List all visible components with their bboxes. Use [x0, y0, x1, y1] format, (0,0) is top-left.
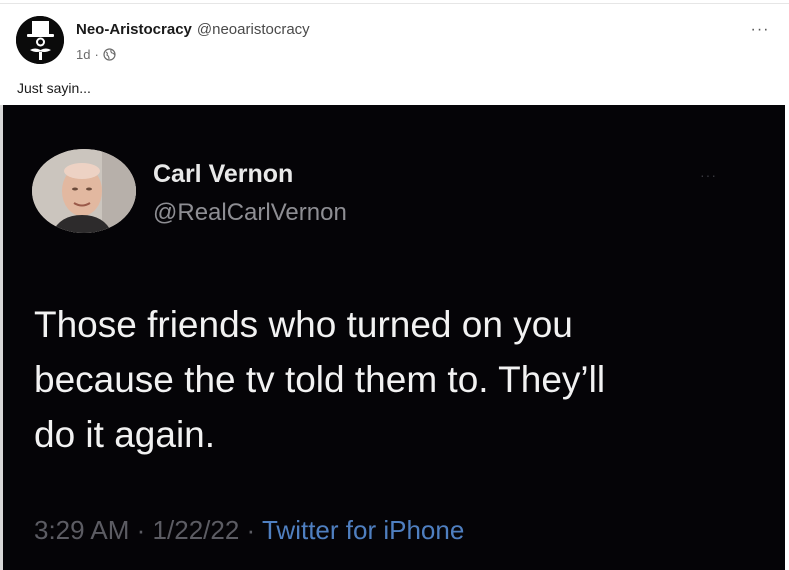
author-name[interactable]: Neo-Aristocracy [76, 21, 192, 38]
tweet-source: Twitter for iPhone [261, 515, 465, 545]
tweet-footer: 3:29 AM · 1/22/22 · Twitter for iPhone [34, 515, 464, 546]
tweet-text: Those friends who turned on you because … [34, 297, 734, 462]
author-handle[interactable]: @neoaristocracy [197, 21, 310, 38]
post-image[interactable]: Carl Vernon @RealCarlVernon ··· Those fr… [0, 105, 785, 570]
meta-separator: · [94, 46, 99, 62]
image-edge [0, 105, 3, 570]
tweet-author-avatar [32, 149, 136, 233]
more-options-button[interactable]: ··· [748, 20, 772, 40]
top-hat-monocle-icon [16, 16, 64, 64]
tweet-text-line: do it again. [34, 414, 216, 455]
tweet-text-line: Those friends who turned on you [34, 304, 573, 345]
tweet-separator: · [246, 515, 256, 545]
author-line: Neo-Aristocracy @neoaristocracy [76, 21, 310, 41]
author-avatar[interactable] [16, 16, 64, 64]
tweet-author-name: Carl Vernon [153, 160, 294, 188]
globe-icon [103, 47, 116, 61]
tweet-date: 1/22/22 [152, 515, 240, 545]
person-photo-icon [32, 149, 136, 233]
tweet-text-line: because the tv told them to. They’ll [34, 359, 606, 400]
post-text: Just sayin... [17, 80, 91, 96]
tweet-time: 3:29 AM [34, 515, 130, 545]
social-post: Neo-Aristocracy @neoaristocracy 1d · ··· … [0, 0, 789, 570]
tweet-author-handle: @RealCarlVernon [153, 199, 347, 226]
tweet-separator: · [136, 515, 146, 545]
divider [0, 3, 789, 4]
post-meta: 1d · [76, 45, 116, 63]
post-age[interactable]: 1d [76, 47, 90, 62]
tweet-more-icon: ··· [700, 167, 717, 183]
